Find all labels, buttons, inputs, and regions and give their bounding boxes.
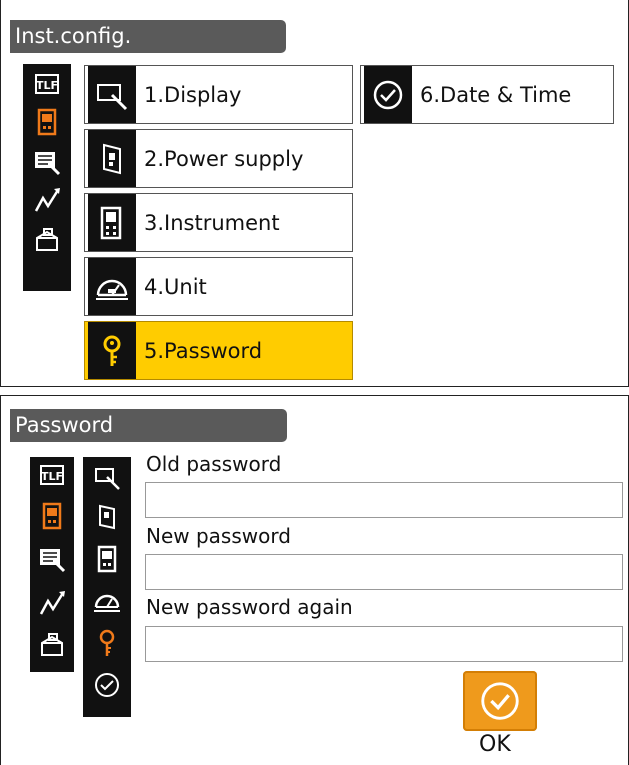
svg-text:TLF: TLF bbox=[36, 79, 58, 92]
inst-config-screen: Inst.config. TLF 1.Display 2.Power suppl… bbox=[0, 0, 629, 387]
box-icon[interactable] bbox=[37, 629, 67, 661]
display-pen-icon[interactable] bbox=[32, 146, 62, 178]
unit-icon bbox=[88, 258, 136, 315]
menu-power-supply-button[interactable]: 2.Power supply bbox=[84, 129, 353, 188]
instrument-icon[interactable] bbox=[92, 543, 122, 575]
old-password-field[interactable] bbox=[145, 482, 623, 518]
submenu-strip bbox=[83, 457, 131, 717]
unit-icon[interactable] bbox=[92, 585, 122, 617]
card-icon[interactable]: TLF bbox=[37, 459, 67, 491]
ok-button[interactable] bbox=[463, 671, 537, 731]
graph-icon[interactable] bbox=[32, 184, 62, 216]
instrument-icon[interactable] bbox=[32, 106, 62, 138]
display-icon[interactable] bbox=[92, 461, 122, 493]
menu-label: 2.Power supply bbox=[144, 146, 304, 171]
password-screen: Password TLF Old password New password N… bbox=[0, 395, 629, 765]
menu-instrument-button[interactable]: 3.Instrument bbox=[84, 193, 353, 252]
key-icon bbox=[88, 322, 136, 379]
page-title: Inst.config. bbox=[10, 20, 286, 53]
graph-icon[interactable] bbox=[37, 587, 67, 619]
new-password-again-label: New password again bbox=[146, 595, 353, 619]
new-password-again-field[interactable] bbox=[145, 626, 623, 662]
power-supply-icon[interactable] bbox=[92, 501, 122, 533]
menu-unit-button[interactable]: 4.Unit bbox=[84, 257, 353, 316]
key-icon[interactable] bbox=[92, 627, 122, 659]
menu-label: 5.Password bbox=[144, 338, 263, 363]
card-icon[interactable]: TLF bbox=[32, 68, 62, 100]
svg-text:TLF: TLF bbox=[41, 470, 63, 483]
box-icon[interactable] bbox=[32, 224, 62, 256]
power-supply-icon bbox=[88, 130, 136, 187]
old-password-label: Old password bbox=[146, 452, 282, 476]
instrument-icon bbox=[88, 194, 136, 251]
ok-label: OK bbox=[479, 732, 511, 757]
check-icon bbox=[481, 682, 519, 720]
clock-icon bbox=[364, 66, 412, 123]
menu-password-button[interactable]: 5.Password bbox=[84, 321, 353, 380]
menu-date-time-button[interactable]: 6.Date & Time bbox=[360, 65, 614, 124]
sidebar-strip: TLF bbox=[30, 457, 74, 672]
menu-label: 3.Instrument bbox=[144, 210, 280, 235]
new-password-label: New password bbox=[146, 524, 291, 548]
menu-display-button[interactable]: 1.Display bbox=[84, 65, 353, 124]
clock-icon[interactable] bbox=[92, 669, 122, 701]
display-icon bbox=[88, 66, 136, 123]
page-title: Password bbox=[10, 409, 287, 442]
display-pen-icon[interactable] bbox=[37, 543, 67, 575]
instrument-icon[interactable] bbox=[37, 500, 67, 532]
menu-label: 4.Unit bbox=[144, 274, 207, 299]
menu-label: 1.Display bbox=[144, 82, 242, 107]
new-password-field[interactable] bbox=[145, 554, 623, 590]
sidebar-strip: TLF bbox=[23, 64, 71, 291]
menu-label: 6.Date & Time bbox=[420, 82, 572, 107]
